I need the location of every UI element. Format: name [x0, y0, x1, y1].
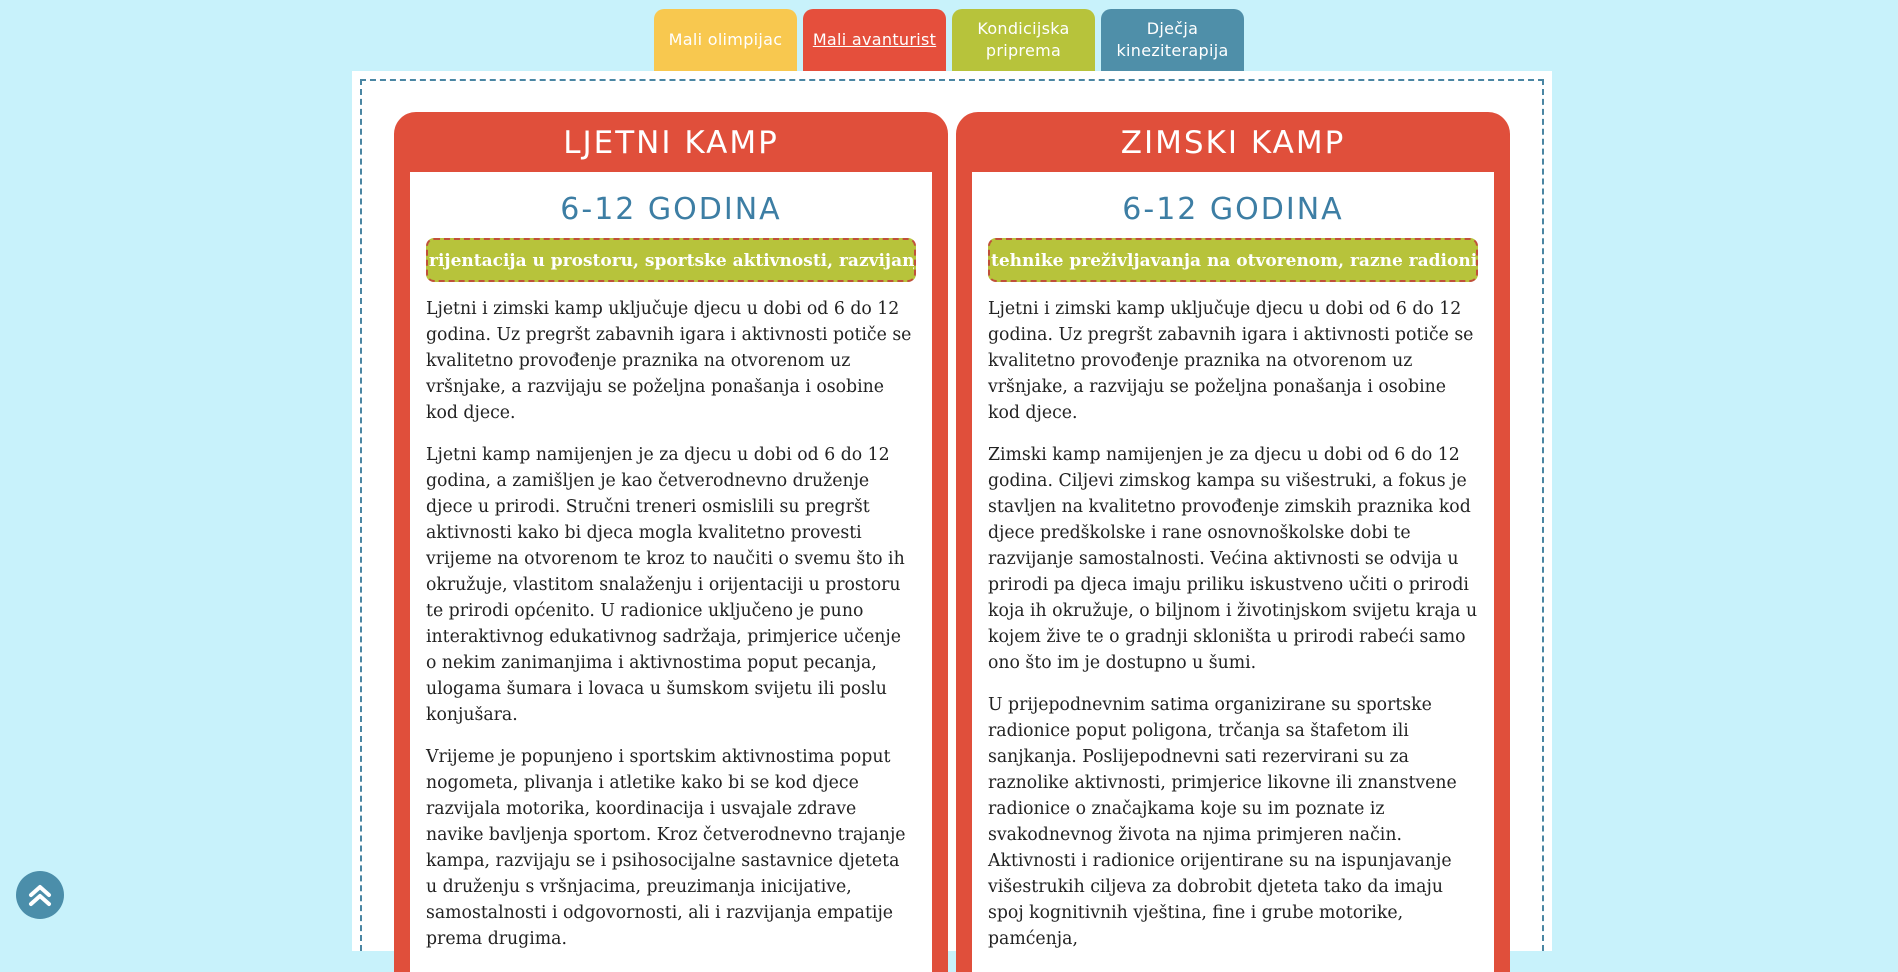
card-body: 6-12 GODINA rijentacija u prostoru, spor…: [410, 172, 932, 972]
tab-mali-olimpijac[interactable]: Mali olimpijac: [654, 9, 797, 71]
paragraph: U prijepodnevnim satima organizirane su …: [988, 695, 1457, 949]
tagline-marquee: tehnike preživljavanja na otvorenom, raz…: [988, 238, 1478, 282]
tab-kondicijska-priprema[interactable]: Kondicijska priprema: [952, 9, 1095, 71]
tab-label: Mali olimpijac: [668, 30, 783, 49]
scroll-to-top-button[interactable]: [16, 871, 64, 919]
card-body: 6-12 GODINA tehnike preživljavanja na ot…: [972, 172, 1494, 972]
content-panel: LJETNI KAMP 6-12 GODINA rijentacija u pr…: [352, 71, 1552, 972]
card-title: LJETNI KAMP: [563, 125, 779, 161]
paragraph: Ljetni i zimski kamp uključuje djecu u d…: [426, 299, 912, 423]
age-heading: 6-12 GODINA: [1122, 192, 1344, 227]
paragraph: Zimski kamp namijenjen je za djecu u dob…: [988, 445, 1478, 673]
paragraph: Ljetni i zimski kamp uključuje djecu u d…: [988, 299, 1474, 423]
double-chevron-up-icon: [29, 885, 51, 906]
program-tabs: Mali olimpijac Mali avanturist Kondicijs…: [654, 9, 1244, 71]
tab-label: Mali avanturist: [812, 30, 937, 49]
paragraph: Vrijeme je popunjeno i sportskim aktivno…: [426, 747, 906, 949]
card-ljetni-kamp: LJETNI KAMP 6-12 GODINA rijentacija u pr…: [394, 112, 948, 972]
card-zimski-kamp: ZIMSKI KAMP 6-12 GODINA tehnike preživlj…: [956, 112, 1510, 972]
tab-mali-avanturist[interactable]: Mali avanturist: [803, 9, 946, 71]
tagline-marquee: rijentacija u prostoru, sportske aktivno…: [426, 238, 916, 282]
card-title: ZIMSKI KAMP: [1120, 125, 1346, 161]
tab-djecja-kineziterapija[interactable]: Dječja kineziterapija: [1101, 9, 1244, 71]
tab-label: Dječja kineziterapija: [1116, 19, 1229, 60]
paragraph: Ljetni kamp namijenjen je za djecu u dob…: [426, 445, 905, 725]
tab-label: Kondicijska priprema: [977, 19, 1070, 60]
age-heading: 6-12 GODINA: [560, 192, 782, 227]
